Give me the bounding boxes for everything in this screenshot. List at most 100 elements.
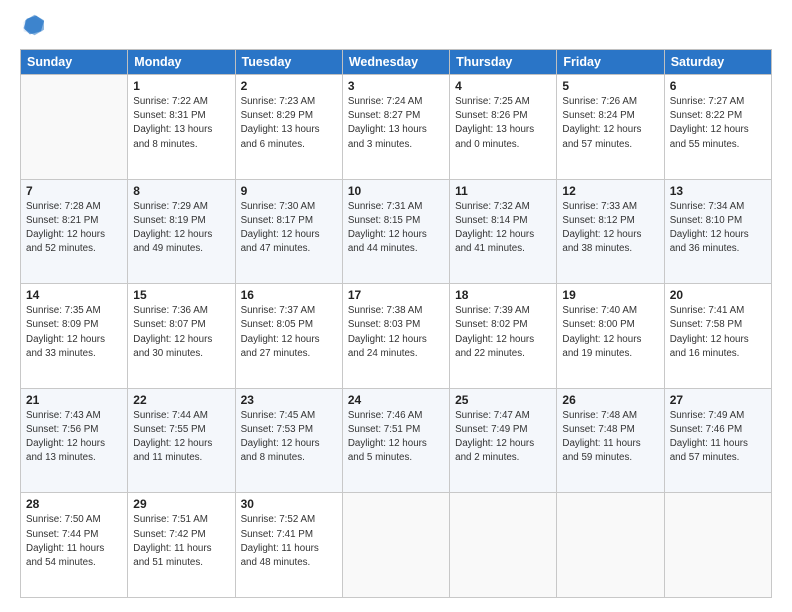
- day-number: 26: [562, 393, 658, 407]
- weekday-header-tuesday: Tuesday: [235, 50, 342, 75]
- calendar-cell: 13Sunrise: 7:34 AM Sunset: 8:10 PM Dayli…: [664, 179, 771, 284]
- day-number: 20: [670, 288, 766, 302]
- calendar-cell: 19 Sunrise: 7:40 AM Sunset: 8:00 PM Dayli…: [557, 284, 664, 389]
- calendar-cell: 21 Sunrise: 7:43 AM Sunset: 7:56 PM Dayli…: [21, 388, 128, 493]
- day-number: 29: [133, 497, 229, 511]
- calendar-cell: 14 Sunrise: 7:35 AM Sunset: 8:09 PM Dayli…: [21, 284, 128, 389]
- weekday-header-row: SundayMondayTuesdayWednesdayThursdayFrid…: [21, 50, 772, 75]
- calendar-cell: 26 Sunrise: 7:48 AM Sunset: 7:48 PM Dayli…: [557, 388, 664, 493]
- day-detail: Sunrise: 7:31 AM Sunset: 8:15 PM Dayligh…: [348, 200, 444, 257]
- weekday-header-wednesday: Wednesday: [342, 50, 449, 75]
- calendar-cell: 11Sunrise: 7:32 AM Sunset: 8:14 PM Dayli…: [450, 179, 557, 284]
- weekday-header-thursday: Thursday: [450, 50, 557, 75]
- day-number: 14: [26, 288, 122, 302]
- day-detail: Sunrise: 7:32 AM Sunset: 8:14 PM Dayligh…: [455, 200, 551, 257]
- day-detail: Sunrise: 7:35 AM Sunset: 8:09 PM Dayligh…: [26, 304, 122, 361]
- day-detail: Sunrise: 7:28 AM Sunset: 8:21 PM Dayligh…: [26, 200, 122, 257]
- calendar-cell: 23 Sunrise: 7:45 AM Sunset: 7:53 PM Dayli…: [235, 388, 342, 493]
- calendar-cell: 29 Sunrise: 7:51 AM Sunset: 7:42 PM Dayli…: [128, 493, 235, 598]
- week-row-3: 14 Sunrise: 7:35 AM Sunset: 8:09 PM Dayli…: [21, 284, 772, 389]
- day-number: 6: [670, 79, 766, 93]
- calendar-cell: 7 Sunrise: 7:28 AM Sunset: 8:21 PM Daylig…: [21, 179, 128, 284]
- day-number: 28: [26, 497, 122, 511]
- day-number: 24: [348, 393, 444, 407]
- day-detail: Sunrise: 7:37 AM Sunset: 8:05 PM Dayligh…: [241, 304, 337, 361]
- calendar-cell: 30 Sunrise: 7:52 AM Sunset: 7:41 PM Dayli…: [235, 493, 342, 598]
- calendar-cell: 27 Sunrise: 7:49 AM Sunset: 7:46 PM Dayli…: [664, 388, 771, 493]
- header: [20, 18, 772, 41]
- calendar-cell: 22 Sunrise: 7:44 AM Sunset: 7:55 PM Dayli…: [128, 388, 235, 493]
- day-detail: Sunrise: 7:22 AM Sunset: 8:31 PM Dayligh…: [133, 95, 229, 152]
- day-detail: Sunrise: 7:30 AM Sunset: 8:17 PM Dayligh…: [241, 200, 337, 257]
- day-number: 18: [455, 288, 551, 302]
- week-row-2: 7 Sunrise: 7:28 AM Sunset: 8:21 PM Daylig…: [21, 179, 772, 284]
- weekday-header-friday: Friday: [557, 50, 664, 75]
- day-number: 19: [562, 288, 658, 302]
- page: SundayMondayTuesdayWednesdayThursdayFrid…: [0, 0, 792, 612]
- day-detail: Sunrise: 7:40 AM Sunset: 8:00 PM Dayligh…: [562, 304, 658, 361]
- day-number: 1: [133, 79, 229, 93]
- day-number: 5: [562, 79, 658, 93]
- day-detail: Sunrise: 7:44 AM Sunset: 7:55 PM Dayligh…: [133, 409, 229, 466]
- calendar-cell: [664, 493, 771, 598]
- day-detail: Sunrise: 7:51 AM Sunset: 7:42 PM Dayligh…: [133, 513, 229, 570]
- calendar-cell: 4Sunrise: 7:25 AM Sunset: 8:26 PM Daylig…: [450, 75, 557, 180]
- calendar-cell: [21, 75, 128, 180]
- day-detail: Sunrise: 7:29 AM Sunset: 8:19 PM Dayligh…: [133, 200, 229, 257]
- calendar-cell: 2Sunrise: 7:23 AM Sunset: 8:29 PM Daylig…: [235, 75, 342, 180]
- calendar-cell: 9 Sunrise: 7:30 AM Sunset: 8:17 PM Daylig…: [235, 179, 342, 284]
- day-number: 16: [241, 288, 337, 302]
- day-number: 13: [670, 184, 766, 198]
- day-detail: Sunrise: 7:50 AM Sunset: 7:44 PM Dayligh…: [26, 513, 122, 570]
- day-detail: Sunrise: 7:43 AM Sunset: 7:56 PM Dayligh…: [26, 409, 122, 466]
- calendar-cell: 16 Sunrise: 7:37 AM Sunset: 8:05 PM Dayli…: [235, 284, 342, 389]
- day-number: 22: [133, 393, 229, 407]
- day-detail: Sunrise: 7:39 AM Sunset: 8:02 PM Dayligh…: [455, 304, 551, 361]
- day-number: 7: [26, 184, 122, 198]
- weekday-header-sunday: Sunday: [21, 50, 128, 75]
- day-number: 4: [455, 79, 551, 93]
- day-number: 15: [133, 288, 229, 302]
- day-number: 3: [348, 79, 444, 93]
- day-number: 27: [670, 393, 766, 407]
- day-number: 12: [562, 184, 658, 198]
- day-detail: Sunrise: 7:24 AM Sunset: 8:27 PM Dayligh…: [348, 95, 444, 152]
- day-detail: Sunrise: 7:49 AM Sunset: 7:46 PM Dayligh…: [670, 409, 766, 466]
- day-detail: Sunrise: 7:36 AM Sunset: 8:07 PM Dayligh…: [133, 304, 229, 361]
- day-number: 30: [241, 497, 337, 511]
- calendar-table: SundayMondayTuesdayWednesdayThursdayFrid…: [20, 49, 772, 598]
- day-detail: Sunrise: 7:48 AM Sunset: 7:48 PM Dayligh…: [562, 409, 658, 466]
- weekday-header-monday: Monday: [128, 50, 235, 75]
- calendar-cell: 24 Sunrise: 7:46 AM Sunset: 7:51 PM Dayli…: [342, 388, 449, 493]
- day-detail: Sunrise: 7:38 AM Sunset: 8:03 PM Dayligh…: [348, 304, 444, 361]
- day-detail: Sunrise: 7:52 AM Sunset: 7:41 PM Dayligh…: [241, 513, 337, 570]
- week-row-1: 1 Sunrise: 7:22 AM Sunset: 8:31 PM Daylig…: [21, 75, 772, 180]
- day-number: 25: [455, 393, 551, 407]
- calendar-cell: 15 Sunrise: 7:36 AM Sunset: 8:07 PM Dayli…: [128, 284, 235, 389]
- day-detail: Sunrise: 7:26 AM Sunset: 8:24 PM Dayligh…: [562, 95, 658, 152]
- calendar-cell: 8Sunrise: 7:29 AM Sunset: 8:19 PM Daylig…: [128, 179, 235, 284]
- calendar-cell: [450, 493, 557, 598]
- logo: [20, 18, 46, 41]
- week-row-5: 28 Sunrise: 7:50 AM Sunset: 7:44 PM Dayli…: [21, 493, 772, 598]
- day-number: 2: [241, 79, 337, 93]
- calendar-cell: 28 Sunrise: 7:50 AM Sunset: 7:44 PM Dayli…: [21, 493, 128, 598]
- calendar-cell: 18 Sunrise: 7:39 AM Sunset: 8:02 PM Dayli…: [450, 284, 557, 389]
- calendar-cell: 20Sunrise: 7:41 AM Sunset: 7:58 PM Dayli…: [664, 284, 771, 389]
- day-number: 23: [241, 393, 337, 407]
- day-detail: Sunrise: 7:46 AM Sunset: 7:51 PM Dayligh…: [348, 409, 444, 466]
- day-number: 21: [26, 393, 122, 407]
- day-detail: Sunrise: 7:33 AM Sunset: 8:12 PM Dayligh…: [562, 200, 658, 257]
- day-number: 10: [348, 184, 444, 198]
- calendar-cell: 1 Sunrise: 7:22 AM Sunset: 8:31 PM Daylig…: [128, 75, 235, 180]
- calendar-cell: [557, 493, 664, 598]
- day-detail: Sunrise: 7:27 AM Sunset: 8:22 PM Dayligh…: [670, 95, 766, 152]
- calendar-cell: [342, 493, 449, 598]
- calendar-cell: 17Sunrise: 7:38 AM Sunset: 8:03 PM Dayli…: [342, 284, 449, 389]
- calendar-cell: 12 Sunrise: 7:33 AM Sunset: 8:12 PM Dayli…: [557, 179, 664, 284]
- weekday-header-saturday: Saturday: [664, 50, 771, 75]
- week-row-4: 21 Sunrise: 7:43 AM Sunset: 7:56 PM Dayli…: [21, 388, 772, 493]
- day-detail: Sunrise: 7:47 AM Sunset: 7:49 PM Dayligh…: [455, 409, 551, 466]
- day-number: 9: [241, 184, 337, 198]
- day-detail: Sunrise: 7:45 AM Sunset: 7:53 PM Dayligh…: [241, 409, 337, 466]
